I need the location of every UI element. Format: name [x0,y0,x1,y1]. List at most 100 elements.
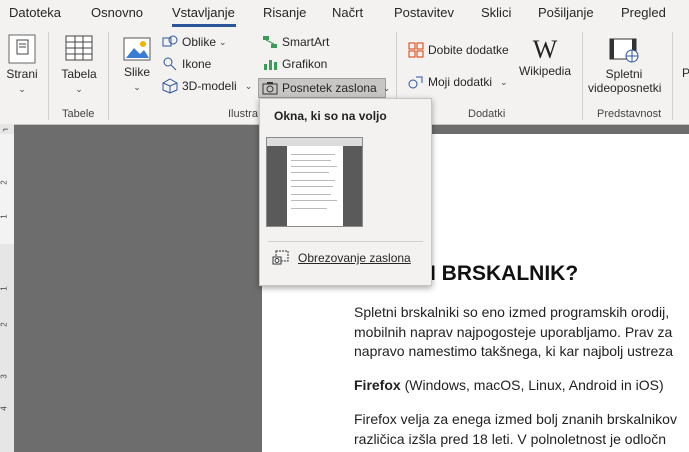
chevron-down-icon: ⌄ [219,36,227,47]
my-addins-button[interactable]: Moji dodatki ⌄ [408,72,508,92]
overflow-ribbon-item: P [682,66,689,80]
dropdown-divider [268,241,423,242]
chart-button[interactable]: Grafikon [262,54,327,74]
pages-label: Strani [6,67,38,81]
table-button[interactable]: Tabela ⌄ [58,34,100,95]
firefox-platforms: (Windows, macOS, Linux, Android in iOS) [400,377,664,393]
page-icon [8,34,36,64]
chart-icon [264,60,277,70]
tab-design[interactable]: Načrt [332,5,363,20]
chevron-down-icon: ⌄ [244,80,253,91]
firefox-bold: Firefox [354,377,401,393]
cube-icon [162,78,178,94]
wikipedia-button[interactable]: W Wikipedia [516,35,574,79]
thumbnail-line [291,208,327,209]
screen-clipping-item[interactable]: Obrezovanje zaslona [272,250,411,266]
addins-group-label: Dodatki [468,108,506,120]
thumbnail-line [291,180,335,181]
thumbnail-line [291,166,337,167]
document-line: Spletni brskalniki so eno izmed programs… [354,304,670,320]
store-icon [408,42,424,58]
tab-references[interactable]: Sklici [481,5,511,20]
document-line: Firefox velja za enega izmed bolj znanih… [354,411,677,427]
chart-label: Grafikon [282,57,328,71]
document-line: različica izšla pred 18 leti. V polnolet… [354,431,667,447]
available-windows-title: Okna, ki so na voljo [274,109,387,123]
vertical-ruler: 2 1 1 2 3 4 [0,134,14,452]
online-video-label-1: Spletni [605,67,643,81]
ruler-number: 3 [0,374,9,379]
tab-mailings[interactable]: Pošiljanje [538,5,594,20]
tab-file[interactable]: Datoteka [9,5,61,20]
tab-stop-icon: ⌐ [3,124,9,134]
ruler-number: 2 [0,322,9,327]
shapes-icon [162,35,178,47]
thumbnail-line [291,160,331,161]
divider [672,32,673,120]
addins-icon [408,76,423,89]
get-addins-label: Dobite dodatke [428,43,509,57]
ribbon-tabs: Datoteka Osnovno Vstavljanje Risanje Nač… [0,0,689,28]
shapes-label: Oblike [182,35,217,49]
divider [582,32,583,120]
chevron-down-icon: ⌄ [18,84,26,94]
camera-icon [262,82,278,95]
tab-stop-selector[interactable]: ⌐ [0,124,14,134]
ruler-margin-area [0,134,14,244]
3d-models-label: 3D-modeli [182,79,237,93]
tab-home[interactable]: Osnovno [91,5,143,20]
3d-models-button[interactable]: 3D-modeli ⌄ [162,76,252,96]
table-icon [65,35,93,61]
thumbnail-line [291,172,329,173]
wikipedia-icon: W [532,35,558,64]
thumbnail-line [291,186,333,187]
smartart-label: SmartArt [282,35,330,49]
document-firefox-line: Firefox (Windows, macOS, Linux, Android … [354,377,664,393]
ruler-number: 1 [0,286,9,291]
ruler-number: 2 [0,180,9,185]
screen-clipping-label: Obrezovanje zaslona [298,251,411,265]
media-group-label: Predstavnost [597,108,662,120]
active-tab-indicator [172,24,236,27]
thumbnail-line [291,154,335,155]
tab-layout[interactable]: Postavitev [394,5,454,20]
chevron-down-icon: ⌄ [382,82,391,93]
document-line: mobilnih naprav najpogosteje uporabljamo… [354,324,673,340]
tables-group-label: Tabele [62,108,95,120]
chevron-down-icon: ⌄ [75,84,83,94]
thumbnail-line [291,200,337,201]
thumbnail-line [291,194,331,195]
document-heading: I BRSKALNIK? [430,262,579,285]
screenshot-dropdown: Okna, ki so na voljo Obrezovanje zaslona [259,98,432,286]
thumbnail-ribbon [267,138,362,146]
screen-clipping-icon [272,250,289,265]
illustrations-group-label: Ilustra [228,108,258,120]
chevron-down-icon: ⌄ [500,76,508,87]
picture-icon [123,37,151,61]
divider [48,32,49,120]
icons-button[interactable]: Ikone [162,54,211,74]
divider [108,32,109,120]
icons-label: Ikone [182,57,212,71]
pages-button[interactable]: Strani ⌄ [4,34,40,95]
online-video-label-2: videoposnetki [588,81,662,95]
screenshot-label: Posnetek zaslona [282,81,377,95]
tab-review[interactable]: Pregled [621,5,666,20]
tab-insert[interactable]: Vstavljanje [172,5,235,20]
online-video-button[interactable]: Spletni videoposnetki [588,36,662,95]
pictures-button[interactable]: Slike ⌄ [116,36,158,93]
ruler-number: 4 [0,406,9,411]
window-thumbnail[interactable] [266,137,363,227]
film-icon [609,38,639,63]
smartart-icon [263,36,277,48]
pictures-label: Slike [123,65,150,79]
document-line: napravo namestimo takšnega, ki kar najbo… [354,343,674,359]
smartart-button[interactable]: SmartArt [262,32,329,52]
screenshot-button[interactable]: Posnetek zaslona ⌄ [262,78,390,98]
table-label: Tabela [61,67,97,81]
tab-draw[interactable]: Risanje [263,5,306,20]
icons-icon [163,57,177,71]
shapes-button[interactable]: Oblike ⌄ [162,32,227,52]
get-addins-button[interactable]: Dobite dodatke [408,40,509,60]
my-addins-label: Moji dodatki [428,75,493,89]
